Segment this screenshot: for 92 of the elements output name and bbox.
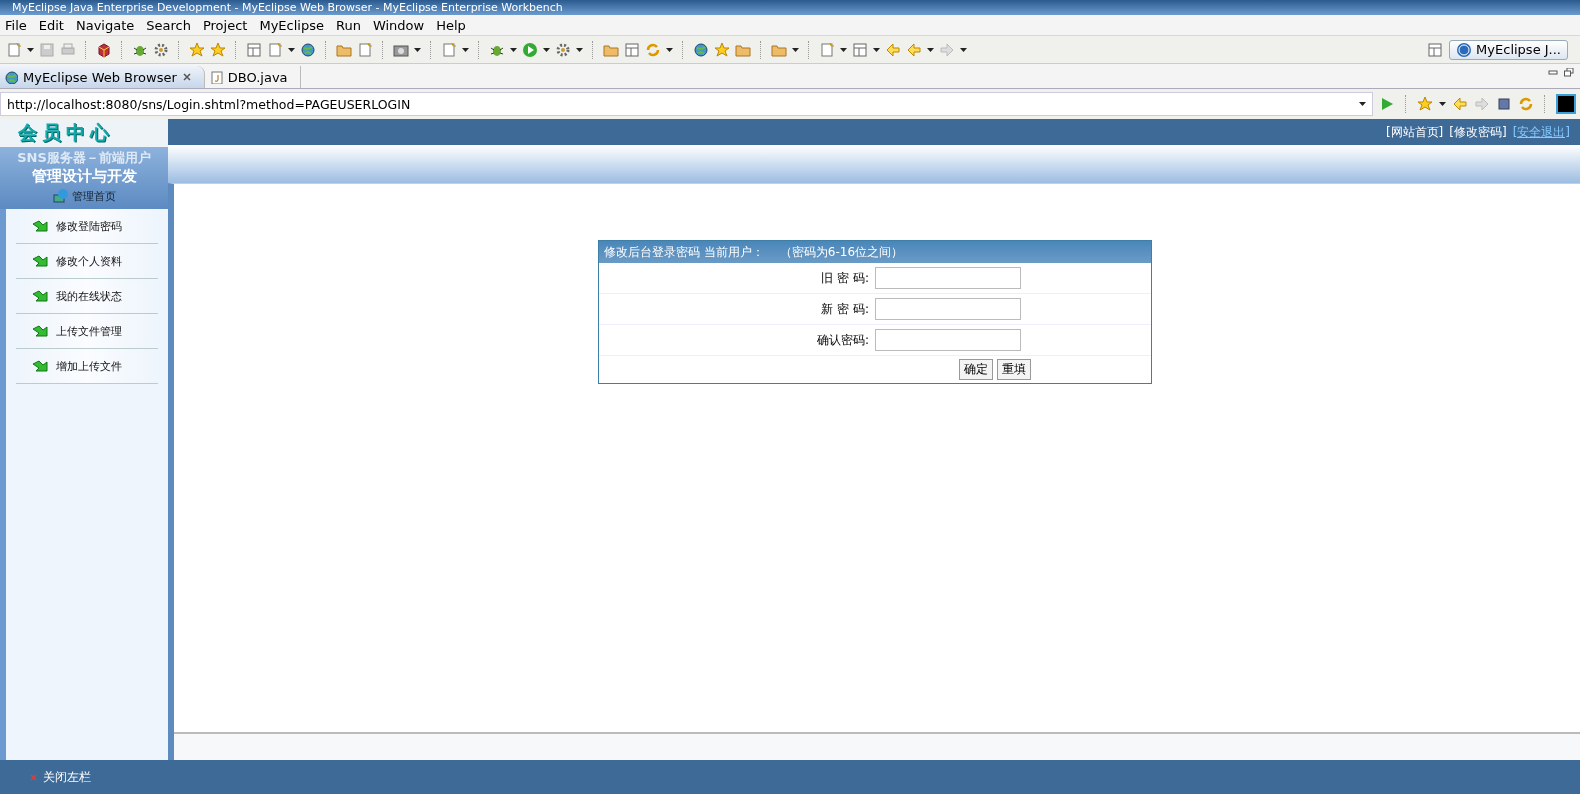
field-label: 确认密码:	[815, 331, 870, 349]
window-title: MyEclipse Java Enterprise Development - MyEclipse Web Browser - MyEclipse Enterprise Workbench	[12, 1, 563, 14]
dropdown-caret-icon[interactable]	[288, 47, 295, 52]
star-icon[interactable]	[189, 41, 205, 58]
dropdown-caret-icon[interactable]	[510, 47, 517, 52]
gear-icon[interactable]	[153, 41, 169, 58]
square-icon[interactable]	[1556, 94, 1576, 114]
document-icon[interactable]	[6, 41, 22, 58]
play-icon[interactable]	[522, 41, 538, 58]
menu-item[interactable]: Search	[141, 17, 198, 33]
menu-item[interactable]: Navigate	[70, 17, 142, 33]
menu-item[interactable]: MyEclipse	[254, 17, 331, 33]
menu-item[interactable]: File	[0, 17, 34, 33]
globe-icon	[4, 70, 18, 84]
arrow-icon	[32, 254, 50, 268]
star-icon[interactable]	[1417, 96, 1433, 112]
perspective-button[interactable]: MyEclipse J...	[1449, 39, 1568, 60]
arrow-icon	[32, 359, 50, 373]
password-field[interactable]	[875, 267, 1021, 289]
password-field[interactable]	[875, 298, 1021, 320]
dropdown-caret-icon[interactable]	[666, 47, 673, 52]
refresh-icon[interactable]	[1518, 96, 1534, 112]
computer-globe-icon	[52, 188, 68, 204]
dropdown-caret-icon[interactable]	[1359, 102, 1366, 106]
arrow-icon	[32, 219, 50, 233]
stop-icon[interactable]	[1496, 96, 1512, 112]
minimize-icon[interactable]	[1548, 68, 1558, 76]
field-label: 旧 密 码:	[820, 269, 870, 287]
save-icon[interactable]	[39, 41, 55, 58]
close-icon[interactable]	[181, 72, 192, 82]
dropdown-caret-icon[interactable]	[927, 47, 934, 52]
arrow-icon	[32, 324, 50, 338]
header-link[interactable]: [修改密码]	[1449, 123, 1507, 141]
cube-icon[interactable]	[96, 41, 112, 58]
back-arrow-icon[interactable]	[1452, 96, 1468, 112]
java-file-icon	[208, 70, 223, 84]
globe-icon[interactable]	[300, 41, 316, 58]
password-hint: （密码为6-16位之间）	[779, 243, 904, 261]
gear-icon[interactable]	[555, 41, 571, 58]
admin-home-link[interactable]: 管理首页	[72, 188, 116, 204]
menu-item[interactable]: Window	[367, 17, 432, 33]
dropdown-caret-icon[interactable]	[462, 47, 469, 52]
sidebar-item[interactable]: 上传文件管理	[16, 314, 158, 349]
window-icon[interactable]	[1427, 41, 1444, 58]
refresh-icon[interactable]	[645, 41, 661, 58]
menu-item[interactable]: Help	[431, 17, 473, 33]
sidebar-item[interactable]: 修改登陆密码	[16, 209, 158, 244]
printer-icon[interactable]	[60, 41, 76, 58]
back-arrow-icon[interactable]	[906, 41, 922, 58]
window-icon[interactable]	[624, 41, 640, 58]
dropdown-caret-icon[interactable]	[840, 47, 847, 52]
arrow-icon	[32, 289, 50, 303]
document-icon[interactable]	[357, 41, 373, 58]
dropdown-caret-icon[interactable]	[543, 47, 550, 52]
star-icon[interactable]	[210, 41, 226, 58]
site-subtitle: 管理设计与开发	[30, 167, 138, 186]
dropdown-caret-icon[interactable]	[27, 47, 34, 52]
editor-tab[interactable]: MyEclipse Web Browser	[0, 66, 205, 88]
form-title: 修改后台登录密码 当前用户：	[604, 243, 764, 261]
star-icon[interactable]	[714, 41, 730, 58]
go-icon[interactable]	[1379, 96, 1395, 112]
form-button[interactable]: 重填	[997, 359, 1031, 380]
sidebar-item[interactable]: 增加上传文件	[16, 349, 158, 384]
forward-arrow-icon[interactable]	[939, 41, 955, 58]
window-icon[interactable]	[852, 41, 868, 58]
dropdown-caret-icon[interactable]	[1439, 102, 1446, 106]
sidebar-item[interactable]: 我的在线状态	[16, 279, 158, 314]
field-label: 新 密 码:	[820, 300, 870, 318]
url-field[interactable]: http://localhost:8080/sns/Login.shtml?method=PAGEUSERLOGIN	[0, 92, 1373, 116]
dropdown-caret-icon[interactable]	[576, 47, 583, 52]
sidebar-item[interactable]: 修改个人资料	[16, 244, 158, 279]
menu-item[interactable]: Run	[330, 17, 368, 33]
close-sidebar-link[interactable]: 关闭左栏	[43, 768, 91, 786]
forward-arrow-icon[interactable]	[1474, 96, 1490, 112]
dropdown-caret-icon[interactable]	[960, 47, 967, 52]
document-icon[interactable]	[819, 41, 835, 58]
window-icon[interactable]	[246, 41, 262, 58]
site-subtitle: SNS服务器－前端用户	[16, 149, 152, 167]
document-icon[interactable]	[267, 41, 283, 58]
globe-icon[interactable]	[693, 41, 709, 58]
dropdown-caret-icon[interactable]	[873, 47, 880, 52]
restore-icon[interactable]	[1564, 68, 1574, 77]
document-icon[interactable]	[441, 41, 457, 58]
member-center-logo: 会员中心	[18, 120, 114, 145]
form-button[interactable]: 确定	[959, 359, 993, 380]
back-arrow-icon[interactable]	[885, 41, 901, 58]
menu-item[interactable]: Edit	[33, 17, 71, 33]
dropdown-caret-icon[interactable]	[414, 47, 421, 52]
dropdown-caret-icon[interactable]	[792, 47, 799, 52]
menu-item[interactable]: Project	[197, 17, 255, 33]
header-link[interactable]: [网站首页]	[1385, 123, 1444, 141]
password-field[interactable]	[875, 329, 1021, 351]
